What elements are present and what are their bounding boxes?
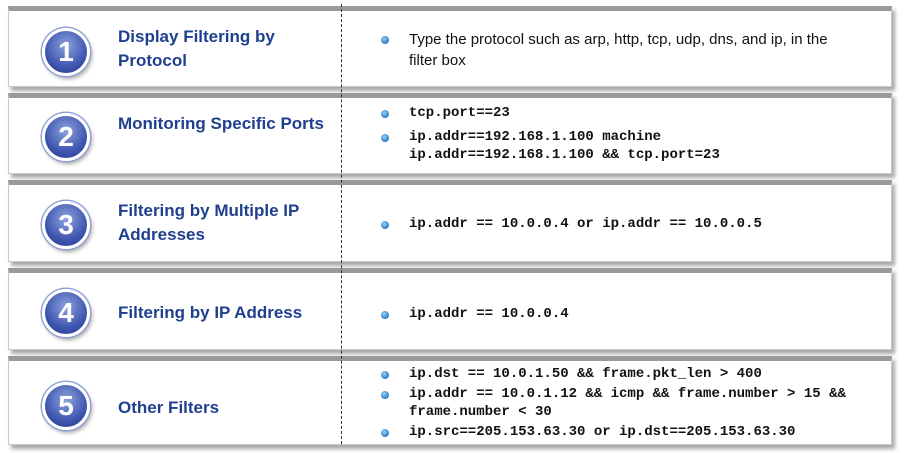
step-number-badge: 1 (42, 28, 90, 76)
list-item: ip.addr == 10.0.0.4 or ip.addr == 10.0.0… (381, 215, 881, 233)
item-text: Type the protocol such as arp, http, tcp… (409, 31, 828, 69)
row-title: Other Filters (118, 398, 220, 417)
item-list: ip.addr == 10.0.0.4 or ip.addr == 10.0.0… (381, 215, 881, 233)
filter-row-3: 3 Filtering by Multiple IP Addresses ip.… (8, 180, 892, 262)
list-item: ip.addr==192.168.1.100 machine ip.addr==… (381, 128, 769, 164)
row-title: Filtering by IP Address (118, 303, 303, 322)
step-number-badge: 2 (42, 113, 90, 161)
item-list: ip.addr == 10.0.0.4 (381, 305, 881, 323)
list-item: ip.dst == 10.0.1.50 && frame.pkt_len > 4… (381, 365, 881, 383)
bullet-icon (381, 311, 389, 319)
column-divider (341, 4, 342, 444)
item-list: tcp.port==23 ip.addr==192.168.1.100 mach… (381, 104, 881, 164)
bullet-icon (381, 371, 389, 379)
step-number-badge: 4 (42, 289, 90, 337)
item-list: Type the protocol such as arp, http, tcp… (381, 29, 881, 71)
item-text: ip.addr == 10.0.0.4 or ip.addr == 10.0.0… (409, 216, 762, 232)
bullet-icon (381, 110, 389, 118)
row-title: Monitoring Specific Ports (118, 114, 324, 133)
row-title: Filtering by Multiple IP Addresses (118, 201, 300, 244)
filter-row-1: 1 Display Filtering by Protocol Type the… (8, 6, 892, 87)
item-list: ip.dst == 10.0.1.50 && frame.pkt_len > 4… (381, 365, 881, 441)
bullet-icon (381, 429, 389, 437)
row-title: Display Filtering by Protocol (118, 27, 275, 70)
bullet-icon (381, 36, 389, 44)
filter-row-4: 4 Filtering by IP Address ip.addr == 10.… (8, 268, 892, 350)
bullet-icon (381, 134, 389, 142)
step-number-badge: 5 (42, 382, 90, 430)
step-number-badge: 3 (42, 201, 90, 249)
list-item: ip.addr == 10.0.1.12 && icmp && frame.nu… (381, 385, 869, 421)
list-item: tcp.port==23 (381, 104, 881, 122)
list-item: ip.src==205.153.63.30 or ip.dst==205.153… (381, 423, 881, 441)
item-text: ip.addr==192.168.1.100 machine ip.addr==… (409, 129, 720, 163)
item-text: ip.src==205.153.63.30 or ip.dst==205.153… (409, 424, 796, 440)
item-text: ip.addr == 10.0.0.4 (409, 306, 569, 322)
list-item: ip.addr == 10.0.0.4 (381, 305, 881, 323)
list-item: Type the protocol such as arp, http, tcp… (381, 29, 849, 71)
bullet-icon (381, 221, 389, 229)
item-text: ip.dst == 10.0.1.50 && frame.pkt_len > 4… (409, 366, 762, 382)
bullet-icon (381, 391, 389, 399)
filter-row-2: 2 Monitoring Specific Ports tcp.port==23… (8, 93, 892, 174)
item-text: ip.addr == 10.0.1.12 && icmp && frame.nu… (409, 386, 846, 420)
item-text: tcp.port==23 (409, 105, 510, 121)
filter-row-5: 5 Other Filters ip.dst == 10.0.1.50 && f… (8, 356, 892, 445)
